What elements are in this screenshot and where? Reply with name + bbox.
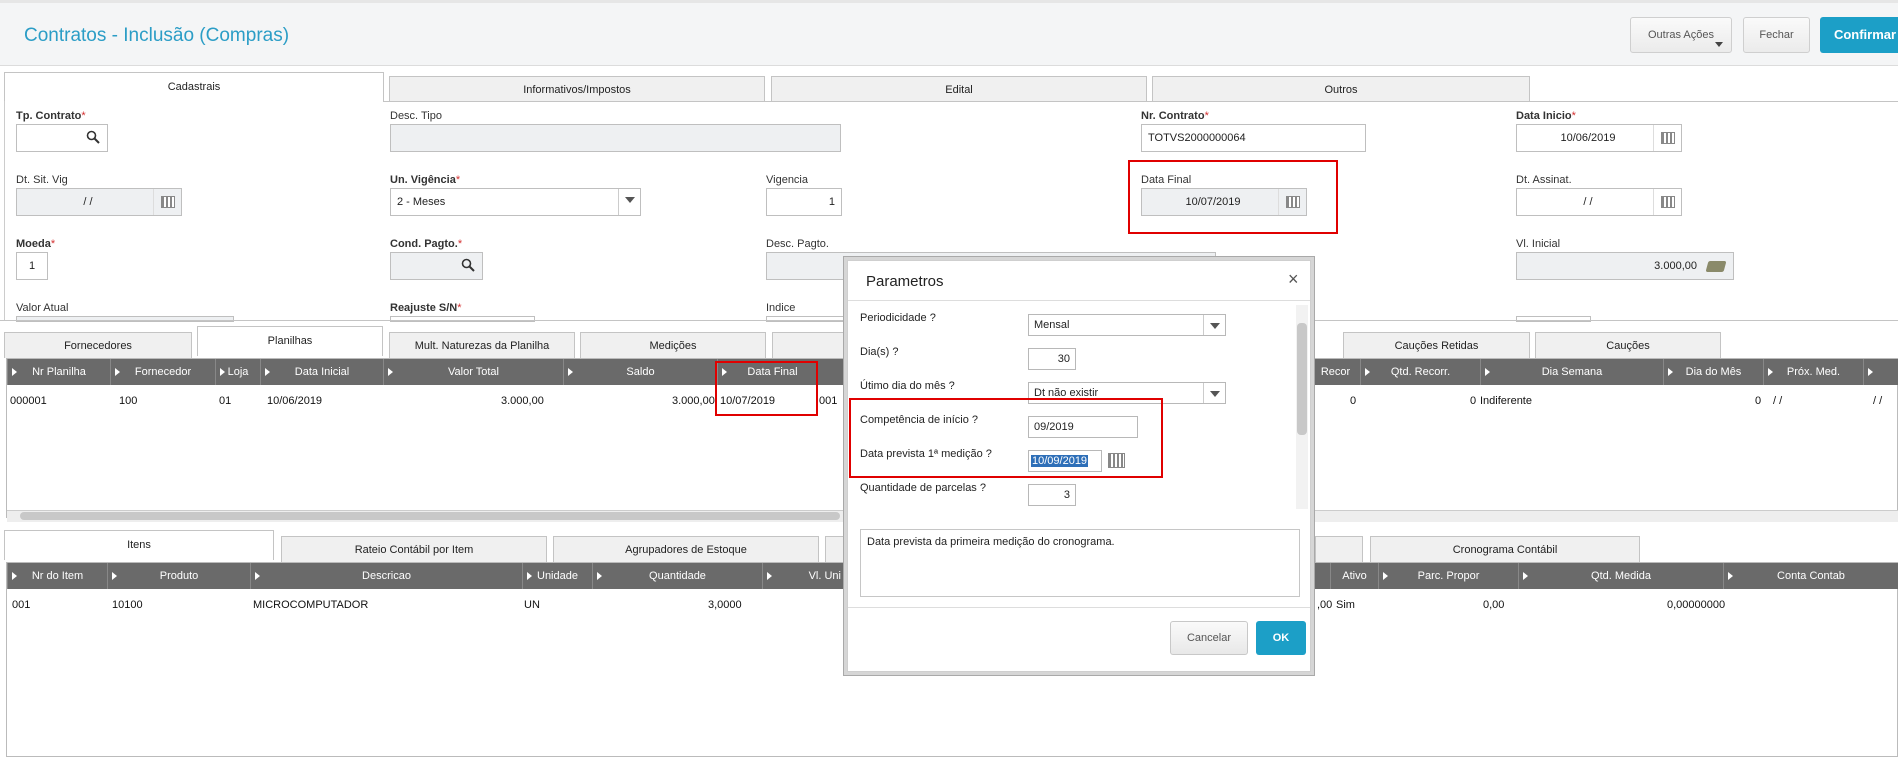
highlight-dialog-params — [849, 398, 1163, 478]
valor-atual-input — [16, 316, 234, 322]
highlight-grid-data-final — [715, 361, 818, 416]
desc-pagto-label: Desc. Pagto. — [766, 238, 829, 250]
col-fornecedor[interactable]: Fornecedor — [110, 359, 215, 385]
data-inicio-input[interactable]: 10/06/2019 — [1516, 124, 1682, 152]
col-descricao[interactable]: Descricao — [250, 563, 522, 589]
ultimo-dia-label: Útimo dia do mês ? — [860, 380, 955, 392]
nr-contrato-label: Nr. Contrato* — [1141, 110, 1209, 122]
tab-medicoes[interactable]: Medições — [580, 332, 766, 358]
tab-outros[interactable]: Outros — [1152, 76, 1530, 102]
tab-cronograma-contabil[interactable]: Cronograma Contábil — [1370, 536, 1640, 562]
grid1-scroll-thumb[interactable] — [20, 512, 840, 520]
tab-hidden[interactable] — [825, 536, 845, 562]
tab-caucoes-retidas[interactable]: Cauções Retidas — [1343, 332, 1530, 358]
reajuste-label: Reajuste S/N* — [390, 302, 462, 314]
periodicidade-label: Periodicidade ? — [860, 312, 936, 324]
un-vigencia-label: Un. Vigência* — [390, 174, 461, 186]
col-qtd-recorr[interactable]: Qtd. Recorr. — [1360, 359, 1480, 385]
calendar-icon — [153, 189, 181, 215]
search-icon[interactable] — [461, 258, 475, 275]
indice-label: Indice — [766, 302, 796, 314]
dt-assinat-label: Dt. Assinat. — [1516, 174, 1572, 186]
tab-agrupadores[interactable]: Agrupadores de Estoque — [553, 536, 819, 562]
data-inicio-label: Data Inicio* — [1516, 110, 1576, 122]
col-valor-total[interactable]: Valor Total — [383, 359, 563, 385]
calendar-icon[interactable] — [1653, 125, 1681, 151]
tab-mult-naturezas[interactable]: Mult. Naturezas da Planilha — [389, 332, 575, 358]
close-icon[interactable]: × — [1288, 269, 1299, 290]
tab-divider — [384, 101, 1898, 102]
vigencia-input[interactable]: 1 — [766, 188, 842, 216]
un-vigencia-select[interactable]: 2 - Meses — [390, 188, 641, 216]
col-produto[interactable]: Produto — [107, 563, 250, 589]
reajuste-select[interactable] — [390, 316, 535, 322]
col-conta-contab[interactable]: Conta Contab — [1723, 563, 1898, 589]
chevron-down-icon — [618, 189, 640, 215]
tab-fornecedores[interactable]: Fornecedores — [4, 332, 192, 358]
dias-input[interactable]: 30 — [1028, 348, 1076, 370]
params-scroll-thumb[interactable] — [1297, 323, 1307, 435]
money-icon — [1705, 261, 1727, 272]
col-dia-semana[interactable]: Dia Semana — [1480, 359, 1663, 385]
dt-sit-vig-label: Dt. Sit. Vig — [16, 174, 68, 186]
vl-inicial-input: 3.000,00 — [1516, 252, 1734, 280]
moeda-input[interactable]: 1 — [16, 252, 48, 280]
col-unidade[interactable]: Unidade — [522, 563, 592, 589]
tab-informativos[interactable]: Informativos/Impostos — [389, 76, 765, 102]
vl-inicial-label: Vl. Inicial — [1516, 238, 1561, 250]
close-button[interactable]: Fechar — [1743, 17, 1810, 53]
page-title: Contratos - Inclusão (Compras) — [24, 25, 290, 46]
vigencia-label: Vigencia — [766, 174, 808, 186]
tab-planilhas[interactable]: Planilhas — [197, 326, 383, 356]
qtd-parcelas-label: Quantidade de parcelas ? — [860, 482, 986, 494]
confirm-button[interactable]: Confirmar — [1820, 17, 1898, 53]
dialog-footer-divider — [848, 607, 1310, 608]
help-text-box: Data prevista da primeira medição do cro… — [860, 529, 1300, 597]
other-actions-button[interactable]: Outras Ações — [1630, 17, 1732, 53]
col-qtd-medida[interactable]: Qtd. Medida — [1518, 563, 1723, 589]
valor-atual-label: Valor Atual — [16, 302, 69, 314]
form-border — [4, 101, 5, 321]
col-ativo[interactable]: Ativo — [1330, 563, 1378, 589]
col-nr-item[interactable]: Nr do Item — [7, 563, 107, 589]
qtd-parcelas-input[interactable]: 3 — [1028, 484, 1076, 506]
tab-edital[interactable]: Edital — [771, 76, 1147, 102]
chevron-down-icon — [1203, 383, 1225, 403]
col-loja[interactable]: Loja — [215, 359, 260, 385]
tab-caucoes[interactable]: Cauções — [1535, 332, 1721, 358]
dt-sit-vig-input: / / — [16, 188, 182, 216]
col-data-inicial[interactable]: Data Inicial — [260, 359, 383, 385]
chevron-down-icon — [1715, 42, 1723, 47]
chevron-down-icon — [1203, 315, 1225, 335]
moeda-label: Moeda* — [16, 238, 56, 250]
dialog-title: Parametros — [866, 273, 944, 290]
ok-button[interactable]: OK — [1256, 621, 1306, 655]
desc-tipo-label: Desc. Tipo — [390, 110, 442, 122]
col-parc-propor[interactable]: Parc. Propor — [1378, 563, 1518, 589]
tab-cadastrais[interactable]: Cadastrais — [4, 72, 384, 102]
highlight-data-final — [1128, 160, 1338, 234]
col-dia-mes[interactable]: Dia do Mês — [1663, 359, 1763, 385]
col-recor[interactable]: Recor — [1310, 359, 1360, 385]
desc-tipo-input — [390, 124, 841, 152]
cancel-button[interactable]: Cancelar — [1170, 621, 1248, 655]
col-prox-med[interactable]: Próx. Med. — [1763, 359, 1863, 385]
dt-assinat-input[interactable]: / / — [1516, 188, 1682, 216]
cond-pagto-label: Cond. Pagto.* — [390, 238, 463, 250]
tab-itens[interactable]: Itens — [4, 530, 274, 560]
col-more[interactable] — [1863, 359, 1898, 385]
col-vl-unit[interactable]: Vl. Uni — [762, 563, 847, 589]
calendar-icon[interactable] — [1653, 189, 1681, 215]
periodicidade-select[interactable]: Mensal — [1028, 314, 1226, 336]
tp-contrato-label: Tp. Contrato* — [16, 110, 86, 122]
extra-field[interactable] — [1516, 316, 1591, 322]
tab-rateio[interactable]: Rateio Contábil por Item — [281, 536, 547, 562]
tab-hidden-2[interactable] — [1315, 536, 1363, 562]
col-saldo[interactable]: Saldo — [563, 359, 717, 385]
search-icon[interactable] — [86, 130, 100, 147]
col-nr-planilha[interactable]: Nr Planilha — [7, 359, 110, 385]
nr-contrato-input[interactable]: TOTVS2000000064 — [1141, 124, 1366, 152]
col-quantidade[interactable]: Quantidade — [592, 563, 762, 589]
dias-label: Dia(s) ? — [860, 346, 899, 358]
